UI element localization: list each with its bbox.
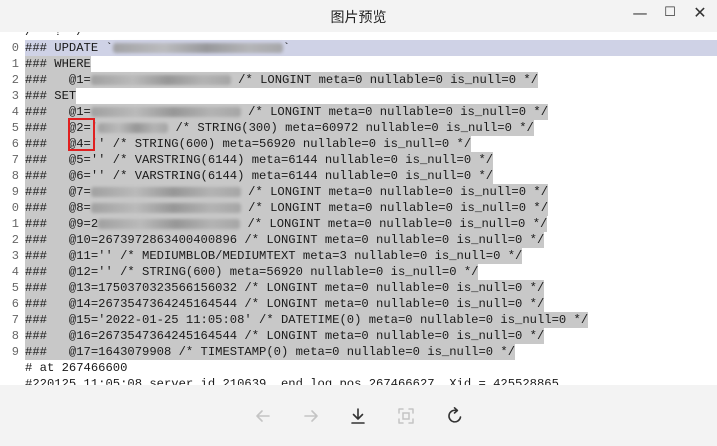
line-number: 3 <box>11 89 19 103</box>
code-line: ### @16=2673547364245164544 /* LONGINT m… <box>25 328 545 344</box>
redacted-value <box>90 74 231 85</box>
line-number: 7 <box>11 153 19 167</box>
redacted-value <box>90 202 241 213</box>
code-line: / * ! */ <box>25 32 84 39</box>
line-number: 7 <box>11 313 19 327</box>
code-line: ### @11='' /* MEDIUMBLOB/MEDIUMTEXT meta… <box>25 248 523 264</box>
code-line: ### @17=1643079908 /* TIMESTAMP(0) meta=… <box>25 344 516 360</box>
line-number: 2 <box>11 73 19 87</box>
line-number: 0 <box>11 201 19 215</box>
redacted-value <box>98 218 241 229</box>
code-line: ### UPDATE ` ` <box>25 40 717 56</box>
code-line: ### @1= /* LONGINT meta=0 nullable=0 is_… <box>25 72 539 88</box>
line-number: 8 <box>11 329 19 343</box>
code-line: ### SET <box>25 88 77 104</box>
window-title: 图片预览 <box>330 10 387 26</box>
line-number: 5 <box>11 121 19 135</box>
download-icon <box>351 408 365 424</box>
code-text: /* LONGINT meta=0 nullable=0 is_null=0 *… <box>240 185 549 199</box>
code-line: #220125 11:05:08 server id 210639 end_lo… <box>25 377 559 385</box>
code-line: ### @13=1750370323566156032 /* LONGINT m… <box>25 280 545 296</box>
code-text: ### @1= <box>25 73 91 87</box>
bottom-toolbar <box>0 385 717 446</box>
code-line: ### @12='' /* STRING(600) meta=56920 nul… <box>25 264 479 280</box>
line-number: 4 <box>11 265 19 279</box>
code-text: /* STRING(300) meta=60972 nullable=0 is_… <box>168 121 534 135</box>
line-number: 3 <box>11 249 19 263</box>
redacted-value <box>90 186 241 197</box>
code-text: ### UPDATE ` <box>25 41 113 55</box>
arrow-left-icon <box>256 410 270 422</box>
code-text: ### @7= <box>25 185 91 199</box>
line-number: 0 <box>11 41 19 55</box>
arrow-right-icon <box>304 410 318 422</box>
code-line: ### @15='2022-01-25 11:05:08' /* DATETIM… <box>25 312 589 328</box>
code-line: ### @5='' /* VARSTRING(6144) meta=6144 n… <box>25 152 494 168</box>
minimize-button[interactable]: — <box>624 2 656 24</box>
code-line: ### @14=2673547364245164544 /* LONGINT m… <box>25 296 545 312</box>
line-number: 9 <box>11 185 19 199</box>
line-number: 5 <box>11 281 19 295</box>
code-text: /* LONGINT meta=0 nullable=0 is_null=0 *… <box>230 73 539 87</box>
code-line: ### WHERE <box>25 56 91 72</box>
redacted-value <box>98 122 169 133</box>
download-button[interactable] <box>346 404 370 428</box>
rotate-button[interactable] <box>443 404 467 428</box>
image-viewport[interactable]: 01234567890123456789 / * ! */### UPDATE … <box>0 32 717 385</box>
code-text: /* LONGINT meta=0 nullable=0 is_null=0 *… <box>240 201 549 215</box>
line-number: 6 <box>11 297 19 311</box>
red-highlight-box <box>68 118 95 151</box>
line-number: 1 <box>11 57 19 71</box>
rotate-icon <box>448 407 462 423</box>
line-number: 1 <box>11 217 19 231</box>
title-bar: 图片预览 — ☐ ✕ <box>0 0 717 32</box>
code-text: ### @8= <box>25 201 91 215</box>
line-number: 2 <box>11 233 19 247</box>
code-line: ### @10=2673972863400400896 /* LONGINT m… <box>25 232 545 248</box>
code-line: ### @6='' /* VARSTRING(6144) meta=6144 n… <box>25 168 494 184</box>
line-number: 8 <box>11 169 19 183</box>
code-text: ` <box>282 41 291 55</box>
previous-button[interactable] <box>251 404 275 428</box>
line-number-gutter: 0 1 2 3 4 5 6 7 8 9 0 1 2 3 4 5 6 7 8 9 <box>0 32 24 385</box>
code-line: ### @7= /* LONGINT meta=0 nullable=0 is_… <box>25 184 549 200</box>
code-line: ### @1= /* LONGINT meta=0 nullable=0 is_… <box>25 104 549 120</box>
redacted-value <box>112 42 283 53</box>
code-line: ### @8= /* LONGINT meta=0 nullable=0 is_… <box>25 200 549 216</box>
code-text: ### @1= <box>25 105 91 119</box>
code-text: /* LONGINT meta=0 nullable=0 is_null=0 *… <box>240 217 548 231</box>
code-line: ### @2=' /* STRING(300) meta=60972 nulla… <box>25 120 534 136</box>
fit-screen-button[interactable] <box>394 404 418 428</box>
line-number: 4 <box>11 105 19 119</box>
code-text: ### @9=2 <box>25 217 99 231</box>
maximize-button[interactable]: ☐ <box>654 2 686 24</box>
code-text: /* LONGINT meta=0 nullable=0 is_null=0 *… <box>240 105 549 119</box>
close-button[interactable]: ✕ <box>684 2 716 24</box>
line-number: 6 <box>11 137 19 151</box>
next-button[interactable] <box>299 404 323 428</box>
code-line: ### @9=2 /* LONGINT meta=0 nullable=0 is… <box>25 216 548 232</box>
redacted-value <box>90 106 241 117</box>
line-number: 9 <box>11 345 19 359</box>
fit-screen-icon <box>398 408 414 424</box>
code-line: # at 267466600 <box>25 361 128 375</box>
